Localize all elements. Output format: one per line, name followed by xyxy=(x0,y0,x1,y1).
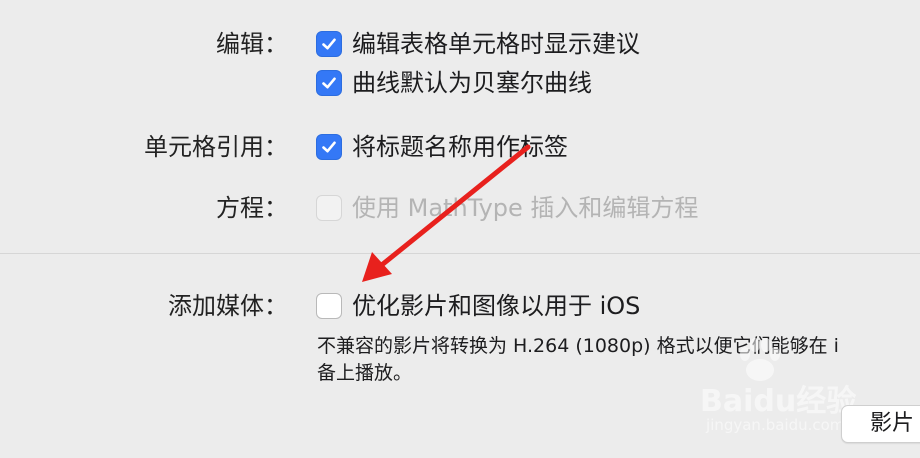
watermark-url: jingyan.baidu.com xyxy=(706,416,845,434)
add-media-label: 添加媒体： xyxy=(168,292,288,320)
preferences-panel: 编辑： 编辑表格单元格时显示建议 曲线默认为贝塞尔曲线 单元格引用： 将标题名称… xyxy=(0,0,920,458)
checkmark-icon xyxy=(322,38,336,50)
optimize-ios-description-line2: 备上播放。 xyxy=(317,362,413,384)
baidu-watermark: Baidu经验 jingyan.baidu.com xyxy=(700,330,856,440)
section-divider xyxy=(0,253,920,254)
mathtype-text: 使用 MathType 插入和编辑方程 xyxy=(352,194,699,222)
bezier-default-option[interactable]: 曲线默认为贝塞尔曲线 xyxy=(316,67,592,99)
mathtype-option: 使用 MathType 插入和编辑方程 xyxy=(316,192,698,224)
header-names-text: 将标题名称用作标签 xyxy=(352,133,568,161)
movie-button[interactable]: 影片 xyxy=(841,405,920,443)
edit-suggestions-checkbox[interactable] xyxy=(316,31,342,57)
checkmark-icon xyxy=(322,77,336,89)
watermark-brand: Baidu经验 xyxy=(700,384,857,419)
edit-suggestions-text: 编辑表格单元格时显示建议 xyxy=(352,30,640,58)
edit-suggestions-option[interactable]: 编辑表格单元格时显示建议 xyxy=(316,28,640,60)
mathtype-checkbox xyxy=(316,195,342,221)
header-names-option[interactable]: 将标题名称用作标签 xyxy=(316,131,568,163)
bezier-default-checkbox[interactable] xyxy=(316,70,342,96)
edit-label: 编辑： xyxy=(216,30,288,58)
optimize-ios-option[interactable]: 优化影片和图像以用于 iOS xyxy=(316,290,640,322)
cell-reference-label: 单元格引用： xyxy=(144,133,288,161)
optimize-ios-text: 优化影片和图像以用于 iOS xyxy=(352,292,641,320)
equation-label: 方程： xyxy=(216,194,288,222)
bezier-default-text: 曲线默认为贝塞尔曲线 xyxy=(352,69,592,97)
header-names-checkbox[interactable] xyxy=(316,134,342,160)
checkmark-icon xyxy=(322,141,336,153)
optimize-ios-checkbox[interactable] xyxy=(316,293,342,319)
